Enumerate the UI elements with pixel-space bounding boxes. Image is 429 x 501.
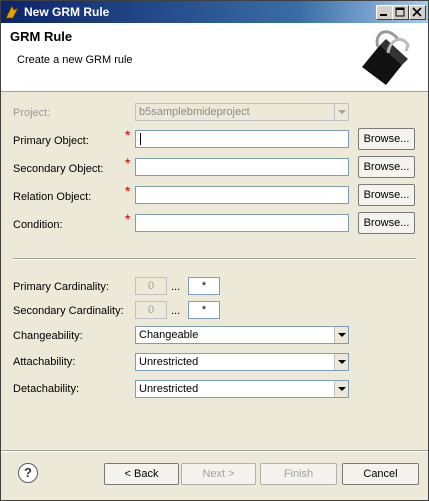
- changeability-select[interactable]: Changeable: [135, 326, 349, 344]
- primary-object-input[interactable]: [135, 130, 349, 148]
- secondary-object-browse-button[interactable]: Browse...: [358, 156, 415, 178]
- attachability-label: Attachability:: [13, 356, 76, 368]
- dialog-window: New GRM Rule GRM Rule Create a new GRM r…: [0, 0, 429, 501]
- primary-object-browse-button[interactable]: Browse...: [358, 128, 415, 150]
- condition-label: Condition:: [13, 219, 63, 231]
- condition-input[interactable]: [135, 214, 349, 232]
- attachability-value: Unrestricted: [139, 356, 199, 368]
- close-icon: [412, 7, 422, 17]
- section-divider: [13, 258, 416, 260]
- required-marker: *: [125, 183, 131, 199]
- primary-cardinality-max[interactable]: *: [188, 277, 220, 295]
- relation-object-browse-button[interactable]: Browse...: [358, 184, 415, 206]
- project-label: Project:: [13, 107, 51, 119]
- detachability-value: Unrestricted: [139, 383, 199, 395]
- required-marker: *: [125, 211, 131, 227]
- range-separator: ...: [171, 281, 181, 293]
- binder-clip-icon: [362, 30, 410, 85]
- secondary-object-label: Secondary Object:: [13, 163, 104, 175]
- page-title: GRM Rule: [10, 29, 73, 44]
- back-button[interactable]: < Back: [104, 463, 179, 485]
- detachability-label: Detachability:: [13, 383, 80, 395]
- project-value: b5samplebmideproject: [139, 106, 250, 118]
- help-icon[interactable]: ?: [18, 463, 38, 483]
- text-cursor: [140, 133, 141, 145]
- title-bar[interactable]: New GRM Rule: [1, 1, 428, 23]
- cancel-button[interactable]: Cancel: [342, 463, 419, 485]
- close-button[interactable]: [409, 5, 426, 20]
- chevron-down-icon[interactable]: [334, 354, 348, 370]
- primary-object-label: Primary Object:: [13, 135, 89, 147]
- changeability-value: Changeable: [139, 329, 199, 341]
- project-select: b5samplebmideproject: [135, 103, 349, 121]
- secondary-cardinality-min: 0: [135, 301, 167, 319]
- form-content: Project: b5samplebmideproject Primary Ob…: [1, 92, 428, 439]
- maximize-icon: [395, 7, 405, 17]
- chevron-down-icon: [334, 104, 348, 120]
- condition-browse-button[interactable]: Browse...: [358, 212, 415, 234]
- app-icon: [5, 5, 19, 19]
- attachability-select[interactable]: Unrestricted: [135, 353, 349, 371]
- primary-cardinality-label: Primary Cardinality:: [13, 281, 109, 293]
- changeability-label: Changeability:: [13, 330, 83, 342]
- wizard-header: GRM Rule Create a new GRM rule: [1, 23, 428, 92]
- window-title: New GRM Rule: [24, 5, 110, 19]
- footer-divider: [1, 450, 428, 452]
- range-separator: ...: [171, 305, 181, 317]
- minimize-button[interactable]: [376, 5, 393, 20]
- chevron-down-icon[interactable]: [334, 381, 348, 397]
- required-marker: *: [125, 127, 131, 143]
- secondary-object-input[interactable]: [135, 158, 349, 176]
- required-marker: *: [125, 155, 131, 171]
- page-description: Create a new GRM rule: [17, 54, 133, 66]
- minimize-icon: [380, 14, 387, 16]
- secondary-cardinality-label: Secondary Cardinality:: [13, 305, 124, 317]
- maximize-button[interactable]: [392, 5, 409, 20]
- detachability-select[interactable]: Unrestricted: [135, 380, 349, 398]
- next-button[interactable]: Next >: [181, 463, 256, 485]
- secondary-cardinality-max[interactable]: *: [188, 301, 220, 319]
- chevron-down-icon[interactable]: [334, 327, 348, 343]
- primary-cardinality-min: 0: [135, 277, 167, 295]
- relation-object-label: Relation Object:: [13, 191, 92, 203]
- finish-button[interactable]: Finish: [260, 463, 337, 485]
- relation-object-input[interactable]: [135, 186, 349, 204]
